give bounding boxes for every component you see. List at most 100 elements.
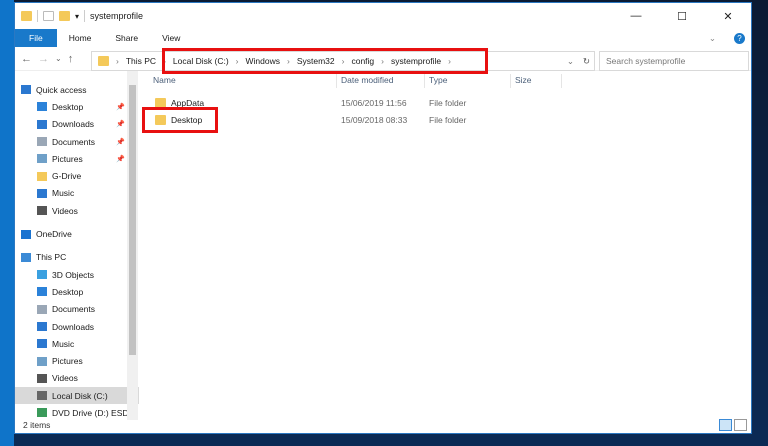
recent-locations-button[interactable]: ⌄	[55, 54, 62, 63]
column-size[interactable]: Size	[515, 75, 532, 85]
sidebar-item[interactable]: Local Disk (C:)	[15, 387, 139, 405]
file-explorer-window: ▾ systemprofile — ☐ ✕ File Home Share Vi…	[14, 2, 752, 434]
pin-icon[interactable]: 📌	[116, 155, 125, 163]
expand-ribbon-icon[interactable]: ⌄	[697, 29, 728, 47]
dropdown-icon[interactable]: ⌄	[567, 56, 574, 67]
sidebar-item-label: Music	[52, 188, 75, 199]
help-icon[interactable]: ?	[734, 32, 745, 44]
tab-home[interactable]: Home	[57, 29, 104, 47]
details-view-button[interactable]	[719, 419, 732, 431]
desktop-icon	[37, 287, 47, 297]
ribbon-tabs: File Home Share View ⌄ ?	[15, 29, 751, 47]
sidebar-item[interactable]: Desktop	[15, 283, 139, 300]
navigation-pane: Quick access Desktop 📌 Downloads 📌 Documents 📌…	[15, 71, 139, 420]
divider	[84, 10, 86, 22]
highlight-desktop	[142, 107, 218, 133]
folder-icon	[98, 56, 109, 66]
sidebar-item-label: Documents	[52, 304, 95, 315]
sidebar-item[interactable]: Videos	[15, 202, 139, 219]
maximize-button[interactable]: ☐	[659, 3, 705, 29]
sidebar-item-label: Downloads	[52, 321, 95, 332]
search-input[interactable]: Search systemprofile	[599, 51, 749, 71]
sidebar-item[interactable]: Documents	[15, 301, 139, 318]
sidebar-item-label: Documents	[52, 136, 95, 147]
folder-icon	[21, 11, 32, 21]
desktop-background	[0, 0, 14, 446]
sidebar-item-label: Desktop	[52, 286, 84, 297]
download-icon	[37, 322, 47, 331]
file-date: 15/09/2018 08:33	[341, 115, 408, 125]
sidebar-item[interactable]: Downloads 📌	[15, 116, 139, 133]
sidebar-item[interactable]: G-Drive	[15, 167, 139, 184]
videos-icon	[37, 373, 47, 383]
sidebar-item-label: This PC	[36, 252, 67, 263]
large-icons-view-button[interactable]	[734, 419, 747, 431]
new-folder-icon[interactable]	[59, 11, 70, 21]
sidebar-item[interactable]: 3D Objects	[15, 266, 139, 283]
sidebar-item[interactable]: OneDrive	[15, 225, 139, 242]
refresh-icon[interactable]: ↻	[583, 56, 590, 67]
status-item-count: 2 items	[23, 420, 51, 430]
sidebar-scrollbar[interactable]	[127, 71, 138, 420]
pin-icon[interactable]: 📌	[116, 103, 125, 111]
up-button[interactable]: ↑	[68, 53, 74, 65]
sidebar-item-label: OneDrive	[36, 229, 72, 240]
drive-icon	[37, 391, 47, 401]
properties-icon[interactable]	[43, 11, 54, 21]
sidebar-item[interactable]: Videos	[15, 370, 139, 387]
videos-icon	[37, 206, 47, 216]
sidebar-item[interactable]: Downloads	[15, 318, 139, 335]
scrollbar-thumb[interactable]	[129, 85, 136, 355]
sidebar-item[interactable]: DVD Drive (D:) ESD-	[15, 404, 139, 420]
sidebar-item-label: Music	[52, 338, 75, 349]
pin-icon[interactable]: 📌	[116, 138, 125, 146]
sidebar-item[interactable]: Documents 📌	[15, 133, 139, 150]
sidebar-item[interactable]: Music	[15, 185, 139, 202]
sidebar-item-label: Videos	[52, 205, 78, 216]
minimize-button[interactable]: —	[613, 3, 659, 29]
sidebar-item[interactable]: Pictures	[15, 352, 139, 369]
pin-icon[interactable]: 📌	[116, 120, 125, 128]
file-type: File folder	[429, 115, 467, 125]
documents-icon	[37, 304, 47, 314]
sidebar-item[interactable]: This PC	[15, 249, 139, 266]
cube-icon	[37, 270, 47, 280]
sidebar-item[interactable]: Quick access	[15, 81, 139, 98]
music-icon	[37, 339, 47, 349]
tab-file[interactable]: File	[15, 29, 57, 47]
sidebar-item-label: Videos	[52, 373, 78, 384]
star-icon	[21, 85, 31, 95]
sidebar-item[interactable]: Desktop 📌	[15, 98, 139, 115]
tab-view[interactable]: View	[150, 29, 192, 47]
cloud-icon	[21, 229, 31, 239]
breadcrumb-this-pc[interactable]: This PC	[126, 56, 156, 66]
sidebar-item-label: Pictures	[52, 153, 83, 164]
sidebar-item-label: Pictures	[52, 356, 83, 367]
sidebar-item-label: 3D Objects	[52, 269, 95, 280]
back-button[interactable]: ←	[21, 53, 32, 65]
documents-icon	[37, 137, 47, 147]
pictures-icon	[37, 154, 47, 164]
view-switcher	[719, 419, 747, 431]
customize-toolbar-icon[interactable]: ▾	[75, 12, 79, 21]
sidebar-item-label: DVD Drive (D:) ESD-	[52, 407, 132, 418]
sidebar-item[interactable]: Pictures 📌	[15, 150, 139, 167]
sidebar-item[interactable]: Music	[15, 335, 139, 352]
title-bar: ▾ systemprofile — ☐ ✕	[15, 3, 751, 29]
computer-icon	[21, 252, 31, 262]
sidebar-item-label: Desktop	[52, 101, 84, 112]
sidebar-item-label: G-Drive	[52, 171, 82, 182]
file-list: Name Date modified Type Size AppData 15/…	[143, 71, 751, 420]
sidebar-item-label: Quick access	[36, 84, 87, 95]
column-type[interactable]: Type	[429, 75, 447, 85]
window-title: systemprofile	[90, 11, 144, 21]
file-type: File folder	[429, 98, 467, 108]
dvd-icon	[37, 408, 47, 418]
forward-button[interactable]: →	[38, 53, 49, 65]
sidebar-item-label: Downloads	[52, 119, 95, 130]
column-date-modified[interactable]: Date modified	[341, 75, 393, 85]
tab-share[interactable]: Share	[103, 29, 150, 47]
column-name[interactable]: Name	[153, 75, 176, 85]
close-button[interactable]: ✕	[705, 3, 751, 29]
pictures-icon	[37, 356, 47, 366]
